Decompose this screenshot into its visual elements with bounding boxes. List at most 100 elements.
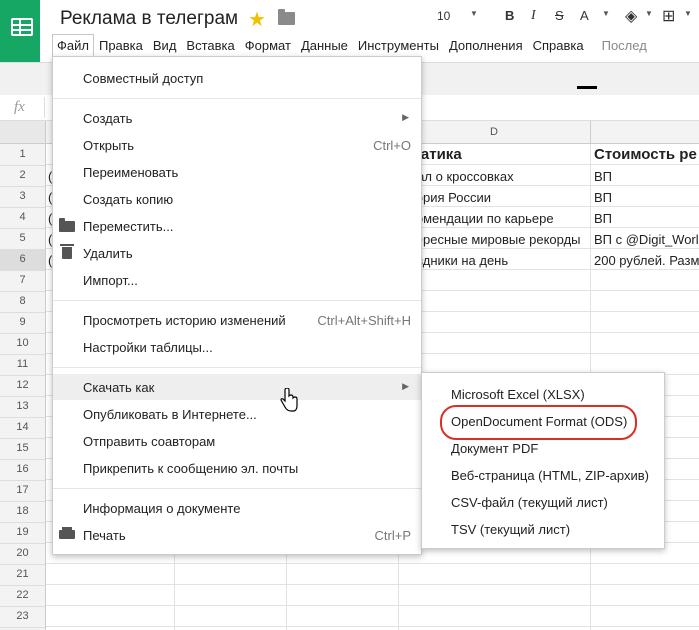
download-submenu: Microsoft Excel (XLSX) OpenDocument Form… — [421, 372, 665, 549]
row-number[interactable]: 21 — [0, 564, 45, 586]
column-header-d[interactable]: D — [398, 121, 591, 143]
menu-item-info[interactable]: Информация о документе — [53, 495, 421, 521]
italic-button[interactable]: I — [531, 8, 536, 24]
row-number[interactable]: 14 — [0, 417, 45, 439]
chevron-down-icon: ▼ — [470, 9, 478, 18]
menu-item-send[interactable]: Отправить соавторам — [53, 428, 421, 454]
cell-e[interactable]: Стоимость ре — [594, 146, 699, 163]
menu-item-history[interactable]: Просмотреть историю изменений Ctrl+Alt+Sh… — [53, 307, 421, 333]
menu-item-print[interactable]: Печать Ctrl+P — [53, 522, 421, 548]
divider — [53, 98, 421, 99]
chevron-down-icon: ▼ — [645, 9, 653, 18]
menu-edit[interactable]: Правка — [94, 34, 148, 56]
last-edit-hint[interactable]: Послед — [597, 34, 652, 56]
cell-d[interactable]: тересные мировые рекорды — [410, 232, 598, 247]
submenu-arrow-icon: ▶ — [402, 112, 409, 122]
row-number[interactable]: 3 — [0, 186, 45, 208]
row-number[interactable]: 5 — [0, 228, 45, 250]
menu-item-label: Опубликовать в Интернете... — [83, 407, 257, 422]
menu-item-download[interactable]: Скачать как ▶ — [53, 374, 421, 400]
star-icon[interactable]: ★ — [248, 7, 266, 32]
menu-tools[interactable]: Инструменты — [353, 34, 444, 56]
row-number[interactable]: 17 — [0, 480, 45, 502]
row-number[interactable]: 13 — [0, 396, 45, 418]
menu-item-move[interactable]: Переместить... — [53, 213, 421, 239]
font-size-select[interactable]: 10 — [437, 9, 450, 23]
menu-item-label: Совместный доступ — [83, 71, 204, 86]
row-number[interactable]: 12 — [0, 375, 45, 397]
row-number[interactable]: 16 — [0, 459, 45, 481]
menu-item-rename[interactable]: Переименовать — [53, 159, 421, 185]
menu-item-label: Удалить — [83, 246, 133, 261]
row-number[interactable]: 2 — [0, 165, 45, 187]
menu-data[interactable]: Данные — [296, 34, 353, 56]
trash-icon — [60, 244, 74, 259]
menu-item-import[interactable]: Импорт... — [53, 267, 421, 293]
menu-item-label: Скачать как — [83, 380, 155, 395]
select-all-corner[interactable] — [0, 121, 46, 143]
menu-view[interactable]: Вид — [148, 34, 182, 56]
menu-item-label: Переименовать — [83, 165, 179, 180]
menu-item-publish[interactable]: Опубликовать в Интернете... — [53, 401, 421, 427]
shortcut-label: Ctrl+P — [374, 528, 411, 543]
menu-item-settings[interactable]: Настройки таблицы... — [53, 334, 421, 360]
column-header-e[interactable] — [591, 121, 699, 143]
row-number[interactable]: 18 — [0, 501, 45, 523]
menu-item-email[interactable]: Прикрепить к сообщению эл. почты — [53, 455, 421, 481]
menu-item-open[interactable]: Открыть Ctrl+O — [53, 132, 421, 158]
cell-d[interactable]: комендации по карьере — [410, 211, 598, 226]
highlight-ring — [440, 405, 637, 440]
fill-color-icon[interactable]: ◈ — [625, 6, 637, 26]
row-number[interactable]: 19 — [0, 522, 45, 544]
menu-format[interactable]: Формат — [240, 34, 296, 56]
row-number[interactable]: 23 — [0, 606, 45, 628]
menu-addons[interactable]: Дополнения — [444, 34, 528, 56]
folder-icon — [59, 218, 75, 232]
menu-help[interactable]: Справка — [528, 34, 589, 56]
text-color-button[interactable]: A — [580, 8, 589, 23]
download-html[interactable]: Веб-страница (HTML, ZIP-архив) — [422, 462, 664, 489]
cell-e[interactable]: ВП — [594, 211, 699, 226]
row-number[interactable]: 7 — [0, 270, 45, 292]
cell-d[interactable]: тория России — [410, 190, 598, 205]
cell-d[interactable]: матика — [410, 146, 598, 163]
menu-item-label: Настройки таблицы... — [83, 340, 213, 355]
row-number[interactable]: 4 — [0, 207, 45, 229]
row-number[interactable]: 9 — [0, 312, 45, 334]
submenu-arrow-icon: ▶ — [402, 381, 409, 391]
menu-insert[interactable]: Вставка — [181, 34, 239, 56]
document-title[interactable]: Реклама в телеграм — [60, 8, 238, 30]
cell-e[interactable]: ВП — [594, 190, 699, 205]
folder-icon[interactable] — [278, 9, 295, 25]
download-xlsx[interactable]: Microsoft Excel (XLSX) — [422, 381, 664, 408]
strikethrough-button[interactable]: S — [555, 8, 564, 23]
download-tsv[interactable]: TSV (текущий лист) — [422, 516, 664, 543]
row-number[interactable]: 20 — [0, 543, 45, 565]
row-number[interactable]: 1 — [0, 144, 45, 166]
cell-d[interactable]: нал о кроссовках — [410, 169, 598, 184]
submenu-item-label: Документ PDF — [451, 441, 539, 456]
borders-icon[interactable]: ⊞ — [662, 6, 675, 26]
menu-file[interactable]: Файл — [52, 34, 94, 57]
menu-item-label: Переместить... — [83, 219, 174, 234]
menu-item-label: Отправить соавторам — [83, 434, 216, 449]
menu-item-delete[interactable]: Удалить — [53, 240, 421, 266]
row-number[interactable]: 10 — [0, 333, 45, 355]
row-number[interactable]: 6 — [0, 249, 45, 271]
menu-item-copy[interactable]: Создать копию — [53, 186, 421, 212]
menu-item-create[interactable]: Создать ▶ — [53, 105, 421, 131]
row-number[interactable]: 15 — [0, 438, 45, 460]
row-number[interactable]: 22 — [0, 585, 45, 607]
cell-e[interactable]: 200 рублей. Разм — [594, 253, 699, 268]
row-number[interactable]: 8 — [0, 291, 45, 313]
download-csv[interactable]: CSV-файл (текущий лист) — [422, 489, 664, 516]
divider — [53, 367, 421, 368]
cell-e[interactable]: ВП — [594, 169, 699, 184]
bold-button[interactable]: B — [505, 8, 514, 23]
menu-item-share[interactable]: Совместный доступ — [53, 65, 421, 91]
row-number[interactable]: 11 — [0, 354, 45, 376]
cell-e[interactable]: ВП с @Digit_Worl — [594, 232, 699, 247]
sheets-logo[interactable] — [0, 0, 40, 62]
cell-d[interactable]: аздники на день — [410, 253, 598, 268]
shortcut-label: Ctrl+O — [373, 138, 411, 153]
